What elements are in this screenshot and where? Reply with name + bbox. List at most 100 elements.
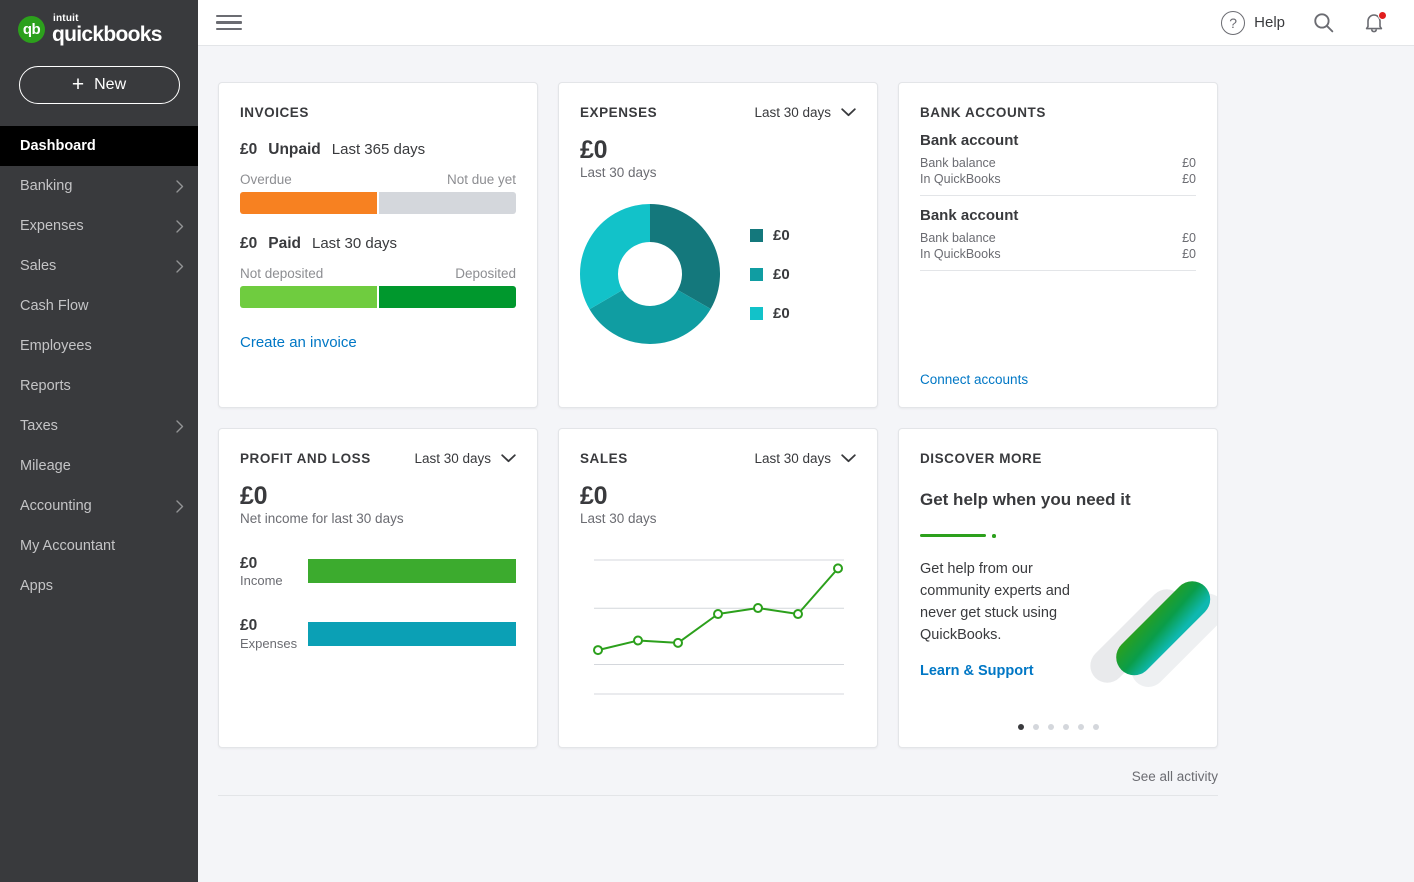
sales-data-point[interactable] bbox=[713, 609, 723, 620]
sales-data-point[interactable] bbox=[793, 609, 803, 620]
help-label: Help bbox=[1254, 14, 1285, 31]
bank-account-item[interactable]: Bank account Bank balance £0 In QuickBooks £… bbox=[920, 196, 1196, 271]
chevron-right-icon bbox=[176, 259, 184, 273]
sidebar-item-cash-flow[interactable]: Cash Flow bbox=[0, 286, 198, 326]
carousel-dot[interactable] bbox=[1092, 724, 1099, 730]
sidebar-item-banking[interactable]: Banking bbox=[0, 166, 198, 206]
invoices-paid-amount: £0 bbox=[240, 235, 258, 252]
sidebar-item-taxes[interactable]: Taxes bbox=[0, 406, 198, 446]
invoices-title: INVOICES bbox=[240, 105, 309, 120]
new-button-label: New bbox=[94, 76, 127, 93]
legend-item: £0 bbox=[750, 266, 790, 283]
widget-grid: INVOICES £0 Unpaid Last 365 days Overdue… bbox=[218, 82, 1218, 748]
sales-data-point[interactable] bbox=[633, 635, 643, 646]
carousel-dot[interactable] bbox=[1062, 724, 1069, 730]
question-circle-icon: ? bbox=[1221, 10, 1246, 35]
profit-loss-range-dropdown[interactable]: Last 30 days bbox=[414, 451, 516, 466]
sidebar-item-reports[interactable]: Reports bbox=[0, 366, 198, 406]
invoices-unpaid-bar[interactable] bbox=[240, 192, 516, 214]
discover-body: Get help from our community experts and … bbox=[920, 560, 1070, 643]
discover-divider bbox=[920, 534, 1196, 538]
bank-qb-row: In QuickBooks £0 bbox=[920, 171, 1196, 187]
sidebar-item-employees[interactable]: Employees bbox=[0, 326, 198, 366]
sidebar-item-dashboard[interactable]: Dashboard bbox=[0, 126, 198, 166]
see-all-activity: See all activity bbox=[218, 768, 1218, 796]
search-icon[interactable] bbox=[1311, 10, 1336, 35]
sidebar-item-label: Apps bbox=[20, 578, 54, 594]
chevron-right-icon bbox=[176, 179, 184, 193]
expenses-amount: £0 bbox=[580, 136, 608, 164]
profit-loss-bar[interactable] bbox=[308, 559, 516, 584]
invoices-notdeposited-label: Not deposited bbox=[240, 266, 324, 281]
bell-icon[interactable] bbox=[1362, 10, 1387, 35]
legend-item: £0 bbox=[750, 227, 790, 244]
sales-data-point[interactable] bbox=[673, 637, 683, 648]
sales-data-point[interactable] bbox=[833, 563, 843, 574]
bank-accounts-title: BANK ACCOUNTS bbox=[920, 105, 1046, 120]
invoices-paid-range: Last 30 days bbox=[311, 235, 398, 252]
bank-balance-row: Bank balance £0 bbox=[920, 230, 1196, 246]
chevron-down-icon bbox=[841, 108, 856, 117]
profit-loss-bar-labels: £0 Expenses bbox=[240, 616, 308, 650]
sales-data-point[interactable] bbox=[593, 645, 603, 656]
sidebar-item-apps[interactable]: Apps bbox=[0, 566, 198, 606]
invoices-unpaid-row: £0 Unpaid Last 365 days bbox=[240, 141, 516, 159]
expenses-legend: £0 £0 £0 bbox=[750, 227, 790, 322]
sales-data-point[interactable] bbox=[753, 603, 763, 614]
bank-balance-label: Bank balance bbox=[920, 231, 996, 245]
invoices-notdue-segment bbox=[379, 192, 516, 214]
connect-accounts-link[interactable]: Connect accounts bbox=[920, 372, 1028, 387]
expenses-title: EXPENSES bbox=[580, 105, 658, 120]
sidebar-item-my-accountant[interactable]: My Accountant bbox=[0, 526, 198, 566]
profit-loss-bar-row: £0 Expenses bbox=[240, 616, 516, 651]
expenses-subtitle: Last 30 days bbox=[580, 165, 657, 180]
sales-range-dropdown[interactable]: Last 30 days bbox=[754, 451, 856, 466]
bank-account-item[interactable]: Bank account Bank balance £0 In QuickBooks £… bbox=[920, 120, 1196, 196]
invoices-notdue-label: Not due yet bbox=[446, 172, 516, 187]
help-button[interactable]: ? Help bbox=[1221, 10, 1285, 35]
profit-loss-range-label: Last 30 days bbox=[414, 451, 491, 466]
donut-segment[interactable] bbox=[648, 204, 720, 309]
sidebar-item-sales[interactable]: Sales bbox=[0, 246, 198, 286]
topbar: ? Help bbox=[198, 0, 1414, 46]
profit-loss-bar-row: £0 Income bbox=[240, 554, 516, 588]
profit-loss-subtitle: Net income for last 30 days bbox=[240, 511, 404, 526]
carousel-dot[interactable] bbox=[1047, 724, 1054, 730]
profit-loss-amount: £0 bbox=[240, 482, 268, 510]
invoices-paid-row: £0 Paid Last 30 days bbox=[240, 235, 516, 253]
bank-qb-label: In QuickBooks bbox=[920, 172, 1001, 186]
quickbooks-logo-icon: qb bbox=[18, 16, 45, 43]
learn-support-link[interactable]: Learn & Support bbox=[920, 663, 1034, 679]
sidebar-item-accounting[interactable]: Accounting bbox=[0, 486, 198, 526]
chevron-right-icon bbox=[176, 219, 184, 233]
hamburger-icon[interactable] bbox=[216, 14, 242, 31]
carousel-dot[interactable] bbox=[1032, 724, 1039, 730]
bank-accounts-list: Bank account Bank balance £0 In QuickBooks £… bbox=[920, 120, 1196, 271]
brand-logo[interactable]: qb intuit quickbooks bbox=[0, 0, 198, 46]
donut-segment[interactable] bbox=[589, 289, 711, 344]
sidebar-item-label: Taxes bbox=[20, 418, 58, 434]
carousel-dot[interactable] bbox=[1077, 724, 1084, 730]
donut-segment[interactable] bbox=[580, 204, 652, 310]
expenses-range-label: Last 30 days bbox=[754, 105, 831, 120]
see-all-activity-link[interactable]: See all activity bbox=[1132, 769, 1218, 784]
expenses-range-dropdown[interactable]: Last 30 days bbox=[754, 105, 856, 120]
bank-qb-label: In QuickBooks bbox=[920, 247, 1001, 261]
new-button[interactable]: + New bbox=[18, 66, 180, 104]
sidebar-item-mileage[interactable]: Mileage bbox=[0, 446, 198, 486]
notification-badge bbox=[1378, 10, 1387, 20]
plus-icon: + bbox=[71, 72, 85, 96]
bank-balance-label: Bank balance bbox=[920, 156, 996, 170]
sales-line-chart[interactable] bbox=[580, 548, 856, 718]
chevron-right-icon bbox=[176, 499, 184, 513]
bank-accounts-card: BANK ACCOUNTS Bank account Bank balance £0… bbox=[898, 82, 1218, 408]
profit-loss-bar-value: £0 bbox=[240, 617, 258, 635]
profit-loss-bar[interactable] bbox=[308, 621, 516, 646]
sales-title: SALES bbox=[580, 451, 628, 466]
carousel-dot[interactable] bbox=[1017, 724, 1024, 730]
invoices-paid-bar[interactable] bbox=[240, 286, 516, 308]
discover-more-card: DISCOVER MORE Get help when you need it … bbox=[898, 428, 1218, 748]
create-invoice-link[interactable]: Create an invoice bbox=[240, 334, 357, 351]
expenses-donut-chart[interactable] bbox=[580, 204, 720, 344]
sidebar-item-expenses[interactable]: Expenses bbox=[0, 206, 198, 246]
